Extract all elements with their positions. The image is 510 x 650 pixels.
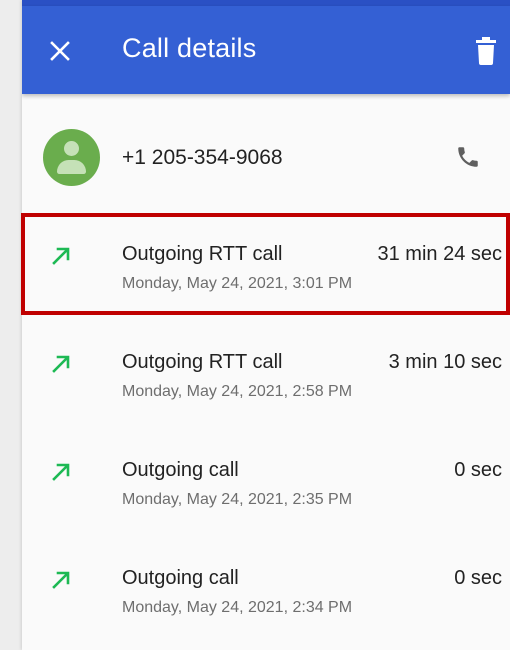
call-duration: 0 sec: [454, 459, 502, 481]
call-type: Outgoing RTT call: [122, 351, 283, 373]
app-bar: Call details: [22, 6, 510, 94]
call-timestamp: Monday, May 24, 2021, 2:34 PM: [122, 599, 353, 616]
call-history-item[interactable]: Outgoing call 0 sec Monday, May 24, 2021…: [22, 538, 510, 646]
call-type: Outgoing RTT call: [122, 243, 283, 265]
close-icon[interactable]: [49, 40, 71, 62]
contact-number: +1 205-354-9068: [122, 146, 283, 169]
outgoing-call-arrow-icon: [52, 247, 70, 265]
call-duration: 0 sec: [454, 567, 502, 589]
call-history-item[interactable]: Outgoing RTT call 3 min 10 sec Monday, M…: [22, 322, 510, 430]
call-timestamp: Monday, May 24, 2021, 2:58 PM: [122, 383, 353, 400]
call-details-screen: Call details +1 205-354-9068 Outgoing RT…: [22, 0, 510, 650]
call-timestamp: Monday, May 24, 2021, 3:01 PM: [122, 275, 353, 292]
call-type: Outgoing call: [122, 459, 239, 481]
phone-icon[interactable]: [455, 144, 481, 170]
call-history-item[interactable]: Outgoing call 0 sec Monday, May 24, 2021…: [22, 430, 510, 538]
outgoing-call-arrow-icon: [52, 355, 70, 373]
call-duration: 3 min 10 sec: [388, 351, 502, 373]
call-timestamp: Monday, May 24, 2021, 2:35 PM: [122, 491, 353, 508]
trash-icon[interactable]: [475, 37, 497, 65]
call-history-item[interactable]: Outgoing RTT call 31 min 24 sec Monday, …: [22, 214, 510, 322]
outgoing-call-arrow-icon: [52, 571, 70, 589]
person-avatar-icon[interactable]: [43, 129, 100, 186]
outgoing-call-arrow-icon: [52, 463, 70, 481]
contact-header: +1 205-354-9068: [22, 94, 510, 214]
page-title: Call details: [122, 33, 257, 63]
call-duration: 31 min 24 sec: [377, 243, 502, 265]
call-history-list: Outgoing RTT call 31 min 24 sec Monday, …: [22, 214, 510, 646]
call-type: Outgoing call: [122, 567, 239, 589]
